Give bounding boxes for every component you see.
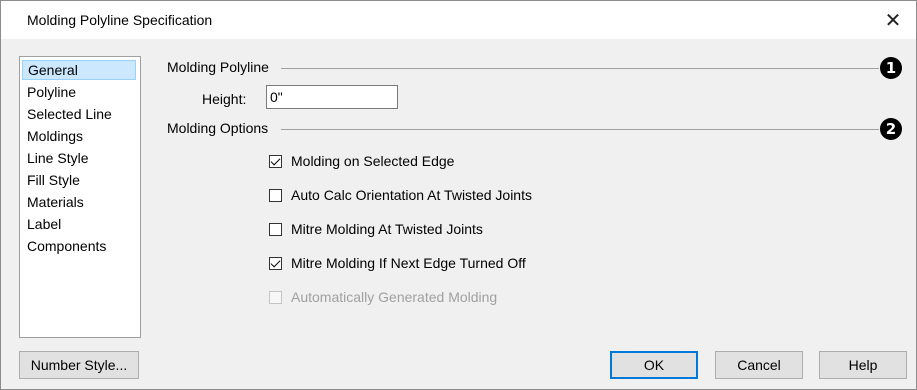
section-divider (281, 68, 879, 69)
mitre-molding-next-edge-checkbox[interactable]: Mitre Molding If Next Edge Turned Off (269, 254, 526, 272)
close-icon: ✕ (884, 9, 902, 32)
checkbox-label: Mitre Molding At Twisted Joints (291, 221, 483, 237)
dialog-title: Molding Polyline Specification (27, 12, 213, 28)
nav-item-selected-line[interactable]: Selected Line (22, 104, 136, 124)
nav-item-fill-style[interactable]: Fill Style (22, 170, 136, 190)
dialog-window: Molding Polyline Specification ✕ General… (0, 0, 917, 390)
checkbox-disabled-icon (269, 290, 282, 304)
number-style-button[interactable]: Number Style... (19, 351, 139, 379)
checkbox-label: Automatically Generated Molding (291, 289, 498, 305)
checkbox-label: Mitre Molding If Next Edge Turned Off (291, 255, 526, 271)
checkbox-checked-icon[interactable] (269, 154, 282, 168)
mitre-molding-twisted-checkbox[interactable]: Mitre Molding At Twisted Joints (269, 220, 483, 238)
title-bar: Molding Polyline Specification ✕ (1, 1, 916, 39)
checkbox-label: Auto Calc Orientation At Twisted Joints (291, 187, 532, 203)
molding-polyline-heading: Molding Polyline (167, 59, 275, 75)
auto-generated-molding-checkbox: Automatically Generated Molding (269, 288, 497, 306)
checkbox-unchecked-icon[interactable] (269, 188, 282, 202)
callout-badge-1: 1 (880, 57, 902, 79)
nav-item-general[interactable]: General (22, 60, 136, 80)
nav-item-line-style[interactable]: Line Style (22, 148, 136, 168)
auto-calc-orientation-checkbox[interactable]: Auto Calc Orientation At Twisted Joints (269, 186, 532, 204)
nav-item-moldings[interactable]: Moldings (22, 126, 136, 146)
ok-button[interactable]: OK (610, 351, 698, 379)
nav-item-label[interactable]: Label (22, 214, 136, 234)
nav-item-materials[interactable]: Materials (22, 192, 136, 212)
checkbox-label: Molding on Selected Edge (291, 153, 455, 169)
section-divider (281, 129, 879, 130)
molding-options-heading: Molding Options (167, 120, 275, 136)
close-button[interactable]: ✕ (870, 1, 916, 39)
height-label: Height: (202, 91, 247, 107)
nav-item-components[interactable]: Components (22, 236, 136, 256)
molding-on-selected-edge-checkbox[interactable]: Molding on Selected Edge (269, 152, 454, 170)
nav-item-polyline[interactable]: Polyline (22, 82, 136, 102)
checkbox-unchecked-icon[interactable] (269, 222, 282, 236)
cancel-button[interactable]: Cancel (715, 351, 803, 379)
checkbox-checked-icon[interactable] (269, 256, 282, 270)
height-input[interactable] (266, 85, 398, 109)
category-list[interactable]: General Polyline Selected Line Moldings … (19, 56, 141, 338)
callout-badge-2: 2 (880, 118, 902, 140)
help-button[interactable]: Help (819, 351, 907, 379)
